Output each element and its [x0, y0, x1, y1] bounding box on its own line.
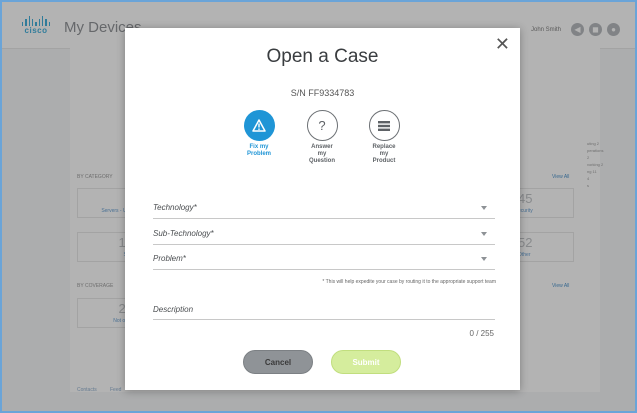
option-answer-question[interactable]: ? Answer my Question	[292, 110, 352, 165]
question-icon: ?	[306, 110, 338, 141]
problem-select[interactable]: Problem*	[153, 249, 495, 270]
chevron-down-icon	[481, 232, 487, 236]
option-replace-product[interactable]: Replace my Product	[354, 110, 414, 165]
description-field[interactable]: Description	[153, 299, 495, 320]
app-window: cisco My Devices John Smith ◀ ◼ ● uting …	[0, 0, 637, 413]
sub-technology-select[interactable]: Sub-Technology*	[153, 224, 495, 245]
serial-number: S/N FF9334783	[290, 88, 355, 98]
server-icon	[368, 110, 400, 141]
option-label: Fix my Problem	[246, 144, 271, 157]
open-case-modal: Open a Case ✕ S/N FF9334783 Fix my Probl…	[125, 28, 520, 390]
modal-title: Open a Case	[266, 46, 379, 67]
character-counter: 0 / 255	[469, 329, 494, 338]
warning-icon	[243, 110, 275, 141]
helper-note: * This will help expedite your case by r…	[322, 279, 496, 285]
chevron-down-icon	[481, 257, 487, 261]
option-fix-problem[interactable]: Fix my Problem	[229, 110, 289, 158]
option-label: Replace my Product	[372, 144, 396, 164]
chevron-down-icon	[481, 206, 487, 210]
submit-button[interactable]: Submit	[331, 350, 401, 374]
cancel-button[interactable]: Cancel	[243, 350, 313, 374]
option-label: Answer my Question	[308, 144, 335, 164]
close-icon[interactable]: ✕	[495, 35, 510, 53]
technology-select[interactable]: Technology*	[153, 198, 495, 219]
